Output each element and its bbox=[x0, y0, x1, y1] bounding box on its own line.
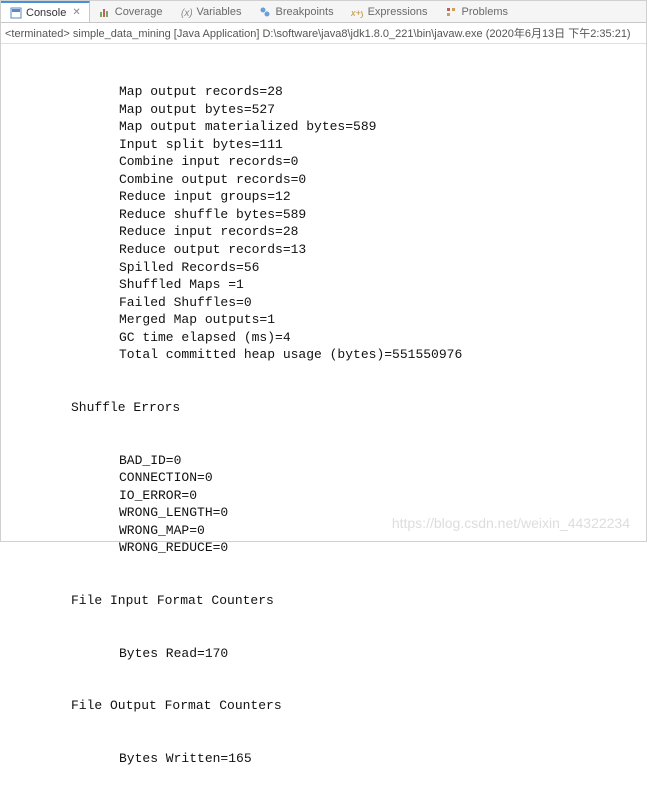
output-line: WRONG_LENGTH=0 bbox=[1, 504, 646, 522]
output-line: Reduce shuffle bytes=589 bbox=[1, 206, 646, 224]
svg-text:x+y: x+y bbox=[351, 8, 363, 18]
coverage-icon bbox=[98, 5, 111, 18]
close-icon[interactable]: ✕ bbox=[72, 7, 80, 18]
output-line: Map output materialized bytes=589 bbox=[1, 118, 646, 136]
status-exec-path: D:\software\java8\jdk1.8.0_221\bin\javaw… bbox=[262, 28, 482, 40]
console-output[interactable]: Map output records=28Map output bytes=52… bbox=[1, 44, 646, 789]
mapreduce-counters: Map output records=28Map output bytes=52… bbox=[1, 83, 646, 364]
tab-label: Breakpoints bbox=[276, 6, 334, 18]
output-line: Reduce input groups=12 bbox=[1, 188, 646, 206]
tab-label: Variables bbox=[196, 6, 241, 18]
output-line: Bytes Read=170 bbox=[1, 645, 646, 663]
tab-label: Expressions bbox=[368, 6, 428, 18]
file-output-list: Bytes Written=165 bbox=[1, 750, 646, 768]
expressions-icon: x+y bbox=[351, 5, 364, 18]
tab-label: Coverage bbox=[115, 6, 163, 18]
output-line: Input split bytes=111 bbox=[1, 136, 646, 154]
output-line: WRONG_MAP=0 bbox=[1, 522, 646, 540]
status-run-type: [Java Application] bbox=[174, 28, 260, 40]
console-icon bbox=[9, 6, 22, 19]
status-timestamp: (2020年6月13日 下午2:35:21) bbox=[486, 28, 631, 40]
output-line: CONNECTION=0 bbox=[1, 469, 646, 487]
file-input-list: Bytes Read=170 bbox=[1, 645, 646, 663]
variables-icon: (x) bbox=[179, 5, 192, 18]
status-terminated: <terminated> bbox=[5, 28, 70, 40]
output-line: Map output records=28 bbox=[1, 83, 646, 101]
output-line: IO_ERROR=0 bbox=[1, 487, 646, 505]
tab-problems[interactable]: Problems bbox=[437, 1, 517, 22]
view-tabbar: Console ✕ Coverage (x) Variables Breakpo… bbox=[1, 1, 646, 23]
output-line: Merged Map outputs=1 bbox=[1, 311, 646, 329]
output-line: Combine input records=0 bbox=[1, 153, 646, 171]
tab-variables[interactable]: (x) Variables bbox=[171, 1, 250, 22]
tab-label: Console bbox=[26, 7, 66, 19]
file-input-header: File Input Format Counters bbox=[1, 592, 646, 610]
file-output-header: File Output Format Counters bbox=[1, 697, 646, 715]
svg-text:(x): (x) bbox=[181, 8, 192, 18]
tab-coverage[interactable]: Coverage bbox=[90, 1, 172, 22]
output-line: Spilled Records=56 bbox=[1, 259, 646, 277]
shuffle-errors-header: Shuffle Errors bbox=[1, 399, 646, 417]
output-line: Total committed heap usage (bytes)=55155… bbox=[1, 346, 646, 364]
output-line: Combine output records=0 bbox=[1, 171, 646, 189]
tab-expressions[interactable]: x+y Expressions bbox=[343, 1, 437, 22]
output-line: Shuffled Maps =1 bbox=[1, 276, 646, 294]
output-line: Reduce input records=28 bbox=[1, 223, 646, 241]
output-line: Map output bytes=527 bbox=[1, 101, 646, 119]
output-line: Bytes Written=165 bbox=[1, 750, 646, 768]
breakpoints-icon bbox=[259, 5, 272, 18]
tab-label: Problems bbox=[462, 6, 508, 18]
output-line: Reduce output records=13 bbox=[1, 241, 646, 259]
output-line: GC time elapsed (ms)=4 bbox=[1, 329, 646, 347]
status-app-name: simple_data_mining bbox=[73, 28, 171, 40]
shuffle-errors-list: BAD_ID=0CONNECTION=0IO_ERROR=0WRONG_LENG… bbox=[1, 452, 646, 557]
output-line: BAD_ID=0 bbox=[1, 452, 646, 470]
tab-breakpoints[interactable]: Breakpoints bbox=[251, 1, 343, 22]
output-line: Failed Shuffles=0 bbox=[1, 294, 646, 312]
process-status-line: <terminated> simple_data_mining [Java Ap… bbox=[1, 23, 646, 44]
tab-console[interactable]: Console ✕ bbox=[1, 1, 90, 22]
problems-icon bbox=[445, 5, 458, 18]
